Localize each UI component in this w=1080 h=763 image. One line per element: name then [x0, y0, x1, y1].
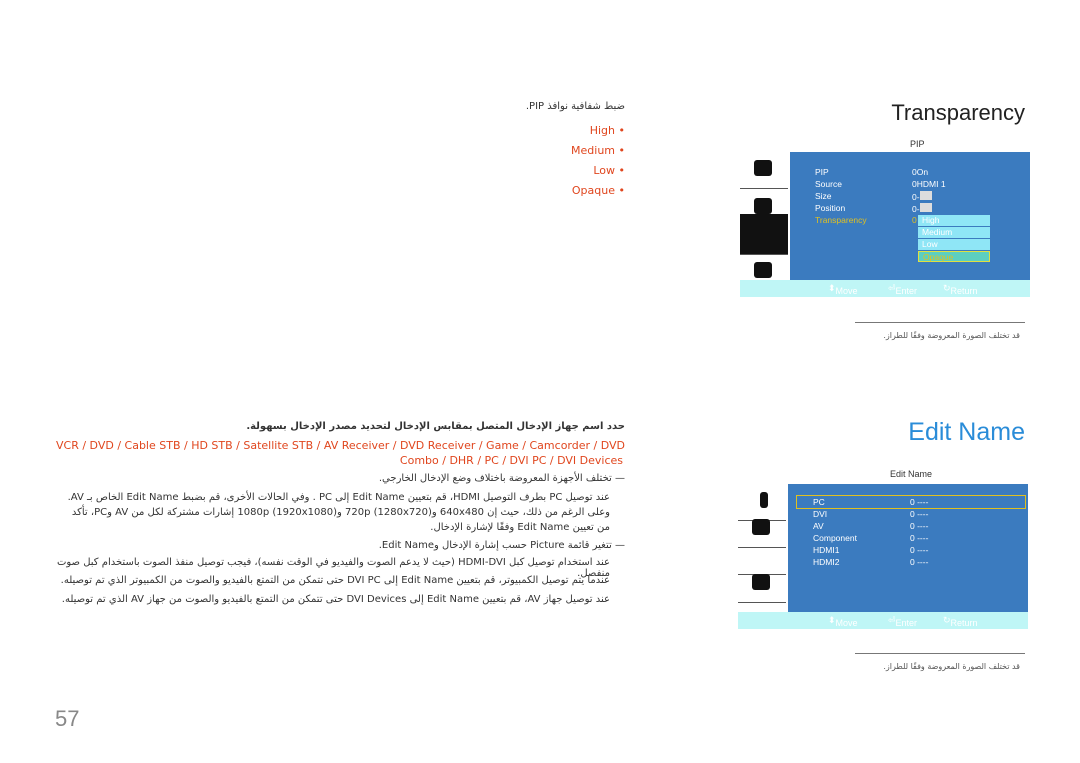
dropdown-medium: Medium [918, 227, 990, 238]
edit-name-heading: Edit Name [908, 418, 1025, 446]
para4: عند توصيل جهاز AV، قم بتعيين Edit Name إ… [61, 594, 610, 605]
device-list-line1: VCR / DVD / Cable STB / HD STB / Satelli… [56, 439, 625, 452]
edit-name-osd-screenshot: Edit Name PC 0 ---- DVI 0 ---- AV 0 ---- Co… [738, 469, 1028, 632]
option-high: • High [589, 124, 625, 137]
option-opaque: • Opaque [571, 184, 625, 197]
setup-icon-tab [740, 214, 788, 255]
para3: عندما يتم توصيل الكمبيوتر، قم بتعيين Edi… [60, 575, 610, 586]
transparency-heading: Transparency [891, 100, 1025, 125]
move-hint: ⬍ Move [828, 615, 858, 628]
osd-footer: ⬍ Move ⏎ Enter ↻ Return [738, 612, 1028, 629]
dropdown-low: Low [918, 239, 990, 250]
edit-name-note: قد تختلف الصورة المعروضة وفقًا للطراز. [883, 662, 1020, 671]
option-low: • Low [593, 164, 625, 177]
move-hint: ⬍ Move [828, 283, 858, 296]
osd-panel: PIP 0On Source 0HDMI 1 Size 0- Position … [790, 152, 1030, 280]
enter-hint: ⏎ Enter [888, 615, 918, 628]
osd-title: PIP [910, 139, 925, 149]
note1: — تختلف الأجهزة المعروضة باختلاف وضع الإ… [378, 473, 625, 484]
dropdown-high: High [918, 215, 990, 226]
return-hint: ↻ Return [943, 615, 978, 628]
para1: عند توصيل PC بطرف التوصيل HDMI، قم بتعيي… [67, 492, 610, 533]
sound-icon-tab [740, 150, 788, 189]
option-medium: • Medium [571, 144, 625, 157]
transparency-intro: ضبط شفافية نوافذ PIP. [525, 101, 625, 112]
edit-name-intro: حدد اسم جهاز الإدخال المتصل بمقابس الإدخ… [246, 421, 625, 432]
setup-icon-tab [738, 564, 786, 603]
dropdown-opaque: Opaque [918, 251, 990, 262]
divider [855, 653, 1025, 654]
transparency-note: قد تختلف الصورة المعروضة وفقًا للطراز. [883, 331, 1020, 340]
return-hint: ↻ Return [943, 283, 978, 296]
osd-title: Edit Name [890, 469, 933, 479]
transparency-options: • High • Medium • Low • Opaque [571, 121, 625, 201]
note2: — تتغير قائمة Picture حسب إشارة الإدخال … [378, 540, 625, 551]
pip-osd-screenshot: PIP PIP 0On Source 0HDMI 1 Size 0- Posit… [740, 139, 1030, 302]
device-list-line2: Combo / DHR / PC / DVI PC / DVI Devices [399, 454, 623, 467]
divider [855, 322, 1025, 323]
enter-hint: ⏎ Enter [888, 283, 918, 296]
osd-footer: ⬍ Move ⏎ Enter ↻ Return [740, 280, 1030, 297]
page-number: 57 [55, 706, 80, 731]
osd-panel: PC 0 ---- DVI 0 ---- AV 0 ---- Component 0 -… [788, 484, 1028, 614]
